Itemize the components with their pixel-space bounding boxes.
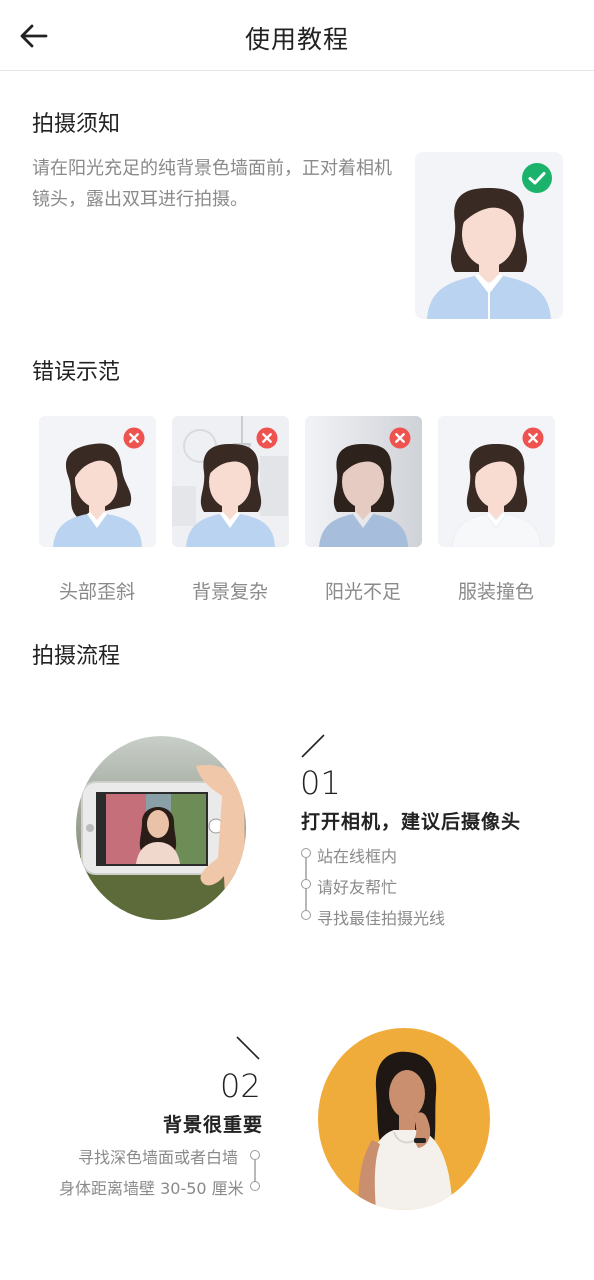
slash-decoration xyxy=(236,1036,260,1060)
step2-number: 02 xyxy=(220,1067,261,1105)
notice-description: 请在阳光充足的纯背景色墙面前，正对着相机镜头，露出双耳进行拍摄。 xyxy=(32,158,392,210)
step2-tip: 身体距离墙壁 30-50 厘米 xyxy=(59,1179,244,1198)
step1-number: 01 xyxy=(300,764,341,802)
wrong-example-label: 头部歪斜 xyxy=(58,581,135,603)
step1-photo xyxy=(76,736,246,920)
step1-title: 打开相机，建议后摄像头 xyxy=(301,811,522,833)
x-circle-icon xyxy=(522,427,544,449)
step2-photo xyxy=(318,1028,490,1210)
step1-tip-dot xyxy=(301,848,311,858)
step1-tip-dot xyxy=(301,910,311,920)
wrong-example-label: 服装撞色 xyxy=(457,581,534,603)
step1-tip-dot xyxy=(301,879,311,889)
x-circle-icon xyxy=(123,427,145,449)
process-section-title: 拍摄流程 xyxy=(32,644,121,669)
step2-title: 背景很重要 xyxy=(163,1114,264,1136)
page-title: 使用教程 xyxy=(244,25,349,54)
step1-tip: 寻找最佳拍摄光线 xyxy=(317,909,446,928)
step2-tip: 寻找深色墙面或者白墙 xyxy=(78,1148,239,1167)
wrong-example-label: 阳光不足 xyxy=(324,581,401,603)
step2-tip-dot xyxy=(250,1150,260,1160)
step1-tip: 站在线框内 xyxy=(317,847,398,866)
wrong-example-label: 背景复杂 xyxy=(191,581,268,603)
x-circle-icon xyxy=(389,427,411,449)
top-bar: 使用教程 xyxy=(0,0,594,71)
x-circle-icon xyxy=(256,427,278,449)
step1-tip: 请好友帮忙 xyxy=(317,878,398,897)
step2-tip-dot xyxy=(250,1181,260,1191)
check-circle-icon xyxy=(522,163,552,193)
wrong-section-title: 错误示范 xyxy=(32,360,121,385)
notice-section-title: 拍摄须知 xyxy=(32,112,121,137)
slash-decoration xyxy=(301,734,325,758)
